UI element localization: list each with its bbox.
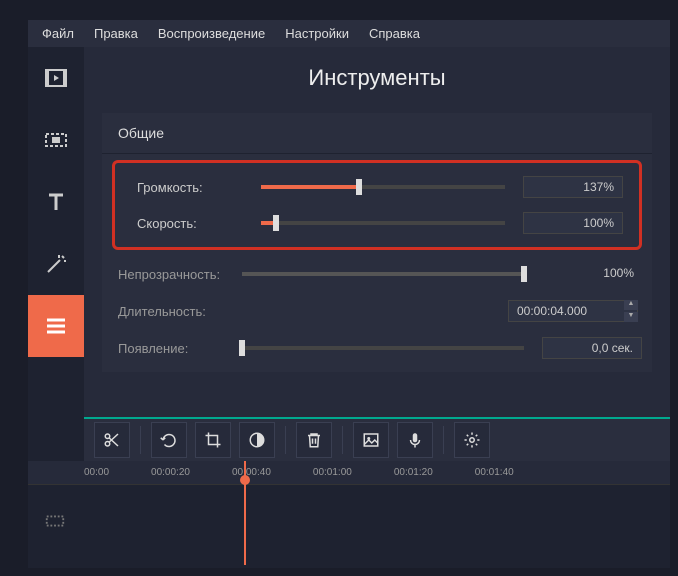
ruler-tick: 00:01:40 <box>475 467 514 478</box>
speed-label: Скорость: <box>131 216 261 231</box>
film-play-icon <box>44 66 68 90</box>
image-button[interactable] <box>353 422 389 458</box>
volume-value[interactable]: 137% <box>523 176 623 198</box>
contrast-icon <box>248 431 266 449</box>
separator <box>285 426 286 454</box>
sidebar-effects-button[interactable] <box>28 233 84 295</box>
duration-label: Длительность: <box>112 304 242 319</box>
timeline-ruler[interactable]: 00:00 00:00:20 00:00:40 00:01:00 00:01:2… <box>28 461 670 485</box>
sidebar-media-button[interactable] <box>28 47 84 109</box>
slider-thumb[interactable] <box>239 340 245 356</box>
gear-icon <box>463 431 481 449</box>
separator <box>140 426 141 454</box>
sidebar-titles-button[interactable] <box>28 171 84 233</box>
duration-stepper[interactable]: ▲▼ <box>624 299 638 323</box>
trash-icon <box>305 431 323 449</box>
menu-edit[interactable]: Правка <box>94 26 138 41</box>
timeline[interactable]: 00:00 00:00:20 00:00:40 00:01:00 00:01:2… <box>28 461 670 565</box>
section-header: Общие <box>102 113 652 154</box>
appear-label: Появление: <box>112 341 242 356</box>
settings-button[interactable] <box>454 422 490 458</box>
row-speed: Скорость: 100% <box>121 205 633 241</box>
slider-fill <box>242 272 524 276</box>
appear-value[interactable]: 0,0 сек. <box>542 337 642 359</box>
track-icon[interactable] <box>44 510 66 537</box>
menu-playback[interactable]: Воспроизведение <box>158 26 265 41</box>
ruler-tick: 00:01:00 <box>313 467 352 478</box>
duration-value[interactable]: 00:00:04.000 <box>508 300 638 322</box>
section-general: Общие Громкость: 137% Скорость: <box>102 113 652 372</box>
layers-icon <box>44 510 66 532</box>
opacity-slider[interactable] <box>242 272 524 276</box>
menu-file[interactable]: Файл <box>42 26 74 41</box>
slider-thumb[interactable] <box>356 179 362 195</box>
separator <box>443 426 444 454</box>
delete-button[interactable] <box>296 422 332 458</box>
sidebar-filters-button[interactable] <box>28 109 84 171</box>
sidebar-tools-button[interactable] <box>28 295 84 357</box>
row-appear: Появление: 0,0 сек. <box>102 330 652 366</box>
timeline-toolbar <box>84 417 670 461</box>
ruler-tick: 00:00:40 <box>232 467 271 478</box>
menu-settings[interactable]: Настройки <box>285 26 349 41</box>
row-opacity: Непрозрачность: 100% <box>102 256 652 292</box>
mic-button[interactable] <box>397 422 433 458</box>
rotate-icon <box>160 431 178 449</box>
crop-button[interactable] <box>195 422 231 458</box>
slider-thumb[interactable] <box>273 215 279 231</box>
volume-slider[interactable] <box>261 185 505 189</box>
image-icon <box>362 431 380 449</box>
speed-slider[interactable] <box>261 221 505 225</box>
ruler-tick: 00:01:20 <box>394 467 433 478</box>
menubar: Файл Правка Воспроизведение Настройки Сп… <box>28 20 670 47</box>
cut-button[interactable] <box>94 422 130 458</box>
playhead[interactable] <box>244 461 246 565</box>
rotate-button[interactable] <box>151 422 187 458</box>
magic-wand-icon <box>44 252 68 276</box>
row-duration: Длительность: 00:00:04.000 ▲▼ <box>102 292 652 330</box>
appear-slider[interactable] <box>242 346 524 350</box>
panel-title: Инструменты <box>84 47 670 113</box>
scissors-icon <box>103 431 121 449</box>
slider-fill <box>261 185 359 189</box>
volume-label: Громкость: <box>131 180 261 195</box>
menu-help[interactable]: Справка <box>369 26 420 41</box>
opacity-value: 100% <box>542 263 642 285</box>
slider-thumb[interactable] <box>521 266 527 282</box>
color-button[interactable] <box>239 422 275 458</box>
highlight-box: Громкость: 137% Скорость: 100% <box>112 160 642 250</box>
speed-value[interactable]: 100% <box>523 212 623 234</box>
opacity-label: Непрозрачность: <box>112 267 242 282</box>
crop-icon <box>204 431 222 449</box>
film-frame-icon <box>44 128 68 152</box>
separator <box>342 426 343 454</box>
ruler-tick: 00:00:20 <box>151 467 190 478</box>
menu-lines-icon <box>44 314 68 338</box>
row-volume: Громкость: 137% <box>121 169 633 205</box>
microphone-icon <box>406 431 424 449</box>
ruler-tick: 00:00 <box>84 467 109 478</box>
text-icon <box>44 190 68 214</box>
